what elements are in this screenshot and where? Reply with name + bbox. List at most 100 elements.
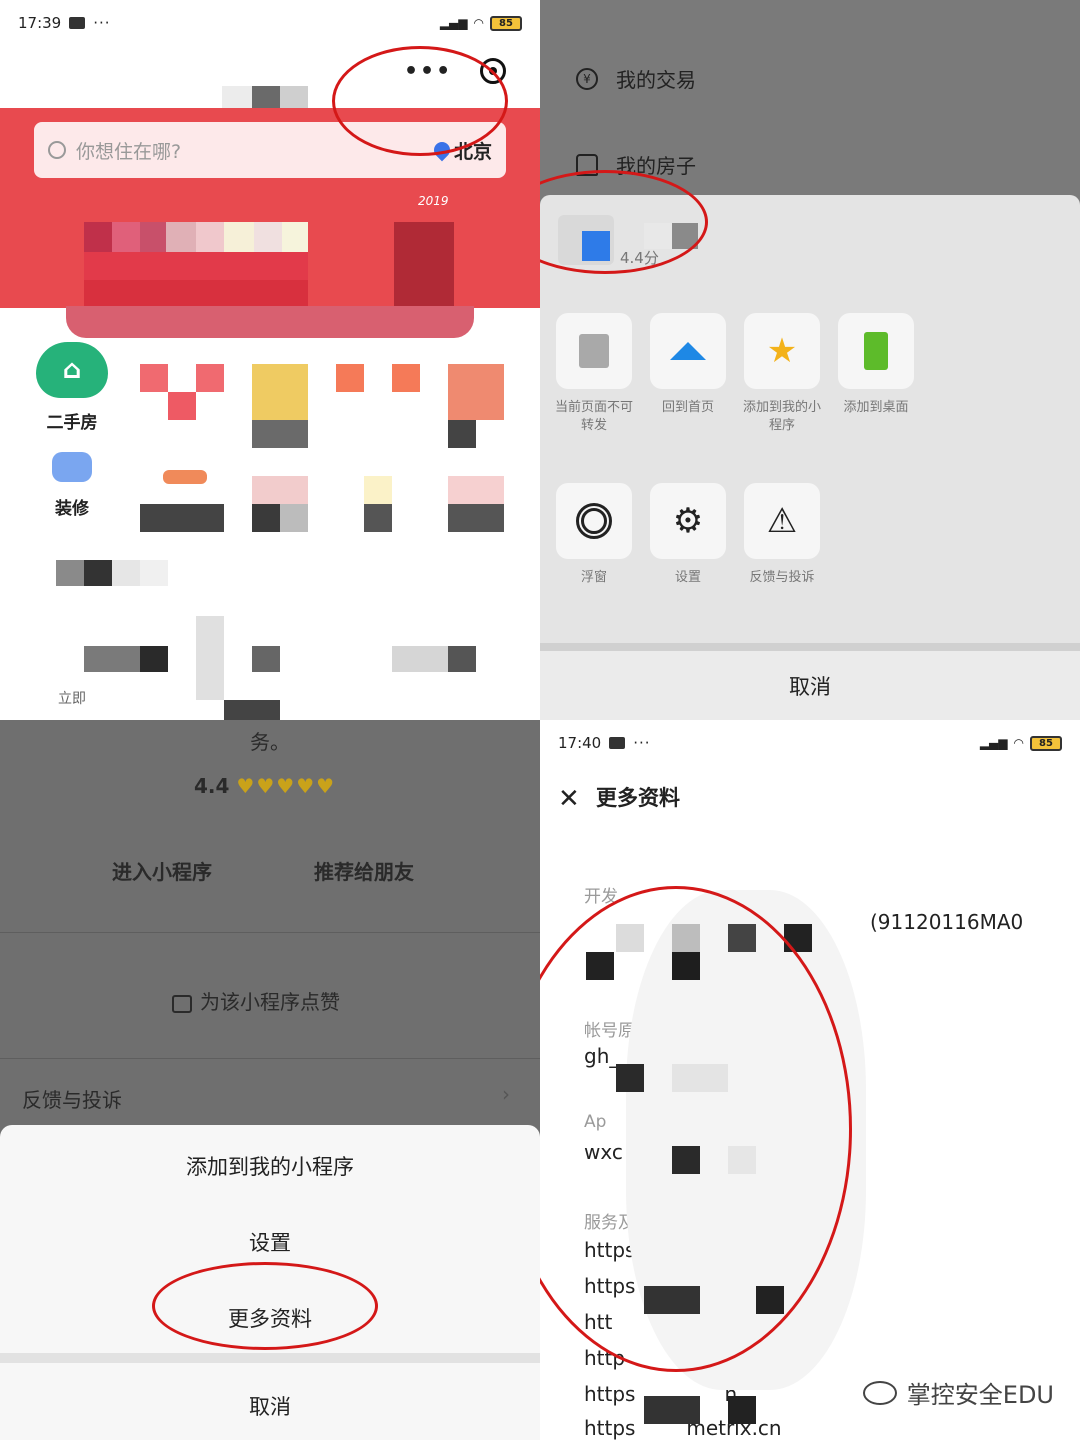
enter-mini-program-button[interactable]: 进入小程序 bbox=[112, 856, 212, 885]
gear-icon: ⚙ bbox=[672, 501, 704, 541]
field-value-developer: (91120116MA0 bbox=[870, 910, 1024, 934]
search-icon bbox=[48, 141, 66, 159]
yuan-icon: ¥ bbox=[576, 67, 598, 90]
status-time: 17:40 bbox=[558, 734, 602, 752]
status-time: 17:39 bbox=[18, 14, 62, 32]
field-label-developer: 开发 bbox=[584, 887, 618, 907]
action-label: 浮窗 bbox=[580, 570, 607, 585]
banner-year: 2019 bbox=[418, 194, 449, 208]
action-back-home[interactable]: 回到首页 bbox=[648, 313, 728, 417]
rating-value: 4.4 bbox=[194, 774, 230, 798]
field-value-account: gh_ bbox=[584, 1044, 620, 1068]
rating-hearts-icon: ♥♥♥♥♥ bbox=[236, 774, 337, 798]
signal-icon: ▂▄▆ bbox=[979, 736, 1008, 750]
menu-my-house[interactable]: 我的房子 bbox=[576, 150, 696, 179]
wifi-icon: ◠ bbox=[473, 16, 484, 30]
field-label-appid: Ap bbox=[584, 1112, 607, 1132]
more-info-screen: 17:40 ··· ▂▄▆ ◠ 85 ✕ 更多资料 开发 (91120116MA… bbox=[540, 720, 1080, 1440]
share-icon bbox=[579, 334, 609, 368]
search-bar[interactable]: 你想住在哪? 北京 bbox=[34, 122, 506, 178]
category-second-hand-house[interactable]: ⌂ 二手房 bbox=[34, 342, 110, 433]
cancel-button[interactable]: 取消 bbox=[0, 1391, 540, 1421]
mini-program-logo bbox=[558, 215, 614, 265]
house-outline-icon bbox=[576, 153, 598, 176]
like-label: 为该小程序点赞 bbox=[200, 990, 340, 1014]
action-label: 设置 bbox=[674, 570, 701, 585]
message-icon bbox=[609, 737, 626, 749]
status-dots: ··· bbox=[633, 734, 651, 752]
action-label: 当前页面不可转发 bbox=[554, 400, 633, 433]
category-decoration[interactable]: 装修 bbox=[34, 452, 110, 519]
watermark-text: 掌控安全EDU bbox=[906, 1381, 1054, 1409]
chevron-right-icon: › bbox=[502, 1082, 510, 1106]
star-icon: ★ bbox=[766, 331, 798, 371]
divider bbox=[0, 932, 540, 933]
battery-icon: 85 bbox=[1030, 735, 1062, 751]
city-selector[interactable]: 北京 bbox=[430, 137, 492, 164]
status-bar: 17:39 ··· ▂▄▆ ◠ 85 bbox=[18, 10, 522, 36]
action-settings[interactable]: ⚙ 设置 bbox=[648, 483, 728, 587]
options-sheet: 添加到我的小程序 设置 更多资料 取消 bbox=[0, 1125, 540, 1440]
option-settings[interactable]: 设置 bbox=[0, 1227, 540, 1257]
more-menu-button[interactable]: ••• bbox=[404, 59, 452, 84]
cancel-button[interactable]: 取消 bbox=[540, 643, 1080, 720]
option-add-to-my-mini-programs[interactable]: 添加到我的小程序 bbox=[0, 1151, 540, 1181]
menu-my-transactions[interactable]: ¥ 我的交易 bbox=[576, 64, 696, 93]
city-name: 北京 bbox=[453, 140, 492, 163]
location-pin-icon bbox=[430, 138, 454, 162]
wechat-icon bbox=[862, 1380, 897, 1405]
action-feedback[interactable]: ⚠ 反馈与投诉 bbox=[742, 483, 822, 587]
menu-label: 我的交易 bbox=[616, 68, 696, 92]
rating-row: 4.4 ♥♥♥♥♥ bbox=[194, 774, 336, 798]
thumbs-up-icon bbox=[172, 994, 192, 1013]
warning-icon: ⚠ bbox=[766, 501, 798, 541]
cleaning-icon bbox=[163, 470, 207, 484]
category-cleaning[interactable] bbox=[140, 462, 230, 498]
menu-label: 我的房子 bbox=[616, 154, 696, 178]
option-more-info[interactable]: 更多资料 bbox=[0, 1303, 540, 1333]
divider bbox=[0, 1058, 540, 1059]
close-icon[interactable]: ✕ bbox=[558, 784, 580, 814]
action-float-window[interactable]: 浮窗 bbox=[554, 483, 634, 587]
status-bar: 17:40 ··· ▂▄▆ ◠ 85 bbox=[558, 730, 1062, 756]
desktop-icon bbox=[864, 332, 888, 370]
like-button[interactable]: 为该小程序点赞 bbox=[172, 986, 340, 1015]
redacted-area bbox=[626, 890, 866, 1390]
category-label: 装修 bbox=[55, 499, 89, 519]
screenshot-collage: 17:39 ··· ▂▄▆ ◠ 85 ••• 你想住在哪? 北京 2019 ⌂ … bbox=[0, 0, 1080, 1440]
mini-program-capsule: ••• bbox=[404, 58, 507, 84]
search-placeholder: 你想住在哪? bbox=[76, 140, 182, 163]
category-label: 二手房 bbox=[46, 413, 98, 433]
sofa-icon bbox=[52, 452, 92, 482]
action-sheet-panel: 4.4分 当前页面不可转发 回到首页 ★ 添加到我的小程序 添加到桌面 浮窗 ⚙… bbox=[540, 195, 1080, 643]
action-add-to-desktop[interactable]: 添加到桌面 bbox=[836, 313, 916, 417]
mini-program-score: 4.4分 bbox=[620, 249, 659, 267]
wifi-icon: ◠ bbox=[1013, 736, 1024, 750]
divider bbox=[0, 1353, 540, 1363]
feedback-row[interactable]: 反馈与投诉 bbox=[22, 1084, 122, 1113]
action-label: 回到首页 bbox=[661, 400, 714, 415]
description-tail: 务。 bbox=[250, 730, 290, 754]
action-label: 添加到我的小程序 bbox=[742, 400, 821, 433]
action-add-to-my-mini-programs[interactable]: ★ 添加到我的小程序 bbox=[742, 313, 822, 435]
battery-icon: 85 bbox=[490, 15, 522, 31]
recommend-to-friend-button[interactable]: 推荐给朋友 bbox=[314, 856, 414, 885]
action-forward-disabled: 当前页面不可转发 bbox=[554, 313, 634, 435]
message-icon bbox=[69, 17, 86, 29]
field-label-account: 帐号原 bbox=[584, 1021, 635, 1041]
watermark: 掌控安全EDU bbox=[862, 1375, 1054, 1410]
status-dots: ··· bbox=[93, 14, 111, 32]
domain-row: http bbox=[584, 1346, 626, 1370]
float-window-icon bbox=[576, 503, 612, 539]
action-label: 反馈与投诉 bbox=[749, 570, 815, 585]
home-icon bbox=[670, 342, 706, 360]
mini-program-profile: 务。 4.4 ♥♥♥♥♥ 进入小程序 推荐给朋友 为该小程序点赞 反馈与投诉 ›… bbox=[0, 720, 540, 1440]
action-label: 添加到桌面 bbox=[843, 400, 909, 415]
house-icon: ⌂ bbox=[36, 342, 108, 398]
mini-program-action-sheet: ¥ 我的交易 我的房子 4.4分 当前页面不可转发 回到首页 ★ 添加到我的小程… bbox=[540, 0, 1080, 720]
partial-label: 立即 bbox=[58, 691, 86, 707]
signal-icon: ▂▄▆ bbox=[439, 16, 468, 30]
mini-program-home-screen: 17:39 ··· ▂▄▆ ◠ 85 ••• 你想住在哪? 北京 2019 ⌂ … bbox=[0, 0, 540, 720]
close-capsule-icon[interactable] bbox=[480, 58, 507, 84]
page-title: 更多资料 bbox=[596, 786, 680, 810]
